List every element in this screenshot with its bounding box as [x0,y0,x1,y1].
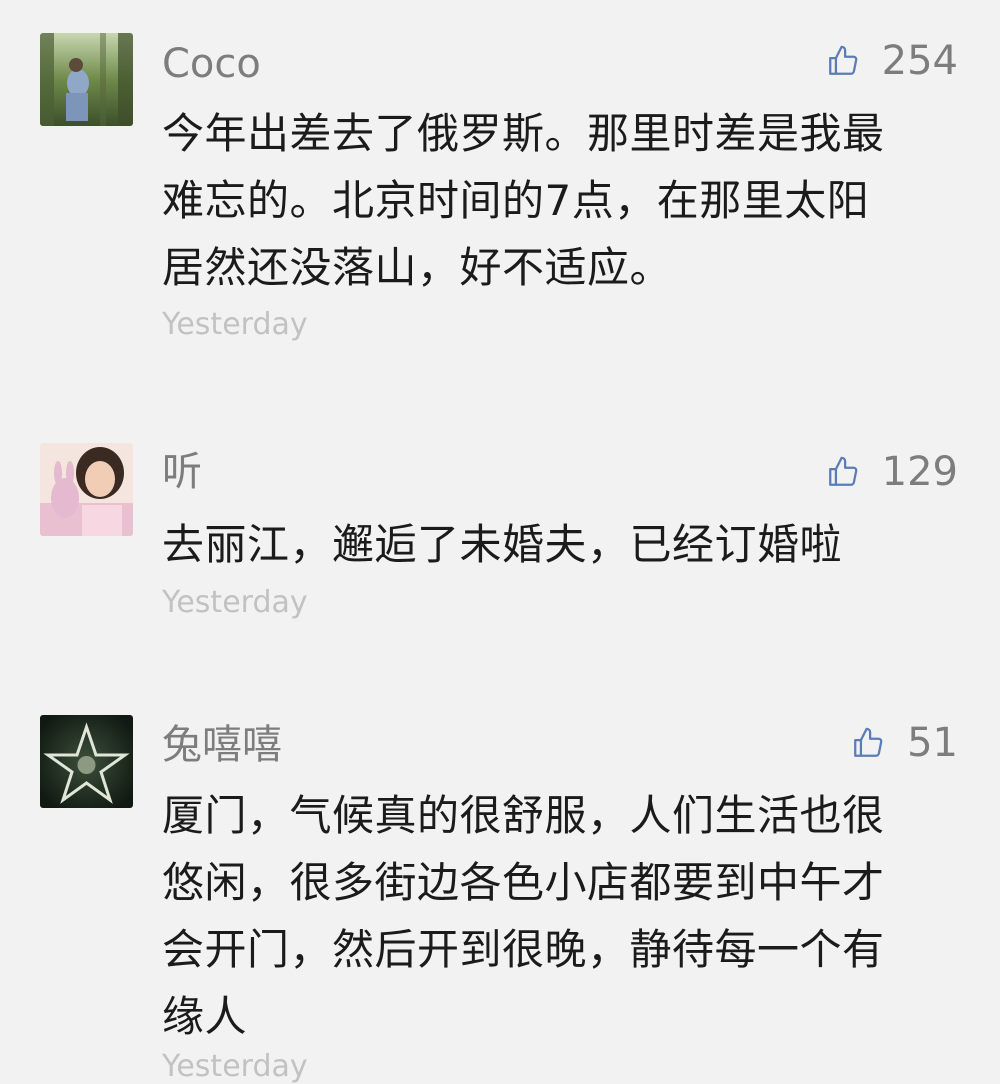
comment-line: 居然还没落山，好不适应。 [162,243,673,292]
thumbs-up-icon[interactable] [826,44,860,78]
comment-line: 难忘的。北京时间的7点，在那里太阳 [162,176,870,225]
comment-line: 会开门，然后开到很晚，静待每一个有 [162,925,885,974]
like-button[interactable]: 51 [851,723,958,763]
like-count: 254 [881,38,958,84]
timestamp: Yesterday [162,585,308,620]
like-button[interactable]: 129 [826,452,958,492]
timestamp: Yesterday [162,307,308,342]
like-button[interactable]: 254 [826,41,958,81]
comment-text: 厦门，气候真的很舒服，人们生活也很 悠闲，很多街边各色小店都要到中午才 会开门，… [162,782,962,1050]
avatar[interactable] [40,715,133,808]
comment-text: 今年出差去了俄罗斯。那里时差是我最 难忘的。北京时间的7点，在那里太阳 居然还没… [162,100,962,301]
like-count: 129 [881,449,958,495]
comment-text: 去丽江，邂逅了未婚夫，已经订婚啦 [162,511,962,578]
comment-line: 缘人 [162,992,248,1041]
username[interactable]: 兔嘻嘻 [162,725,282,765]
avatar[interactable] [40,443,133,536]
thumbs-up-icon[interactable] [826,455,860,489]
username[interactable]: Coco [162,44,261,84]
comment-line: 悠闲，很多街边各色小店都要到中午才 [162,858,885,907]
comment-line: 去丽江，邂逅了未婚夫，已经订婚啦 [162,520,843,569]
timestamp: Yesterday [162,1049,308,1084]
avatar[interactable] [40,33,133,126]
thumbs-up-icon[interactable] [851,726,885,760]
username[interactable]: 听 [162,452,202,492]
comment-line: 厦门，气候真的很舒服，人们生活也很 [162,791,885,840]
comment-line: 今年出差去了俄罗斯。那里时差是我最 [162,109,885,158]
like-count: 51 [907,720,958,766]
